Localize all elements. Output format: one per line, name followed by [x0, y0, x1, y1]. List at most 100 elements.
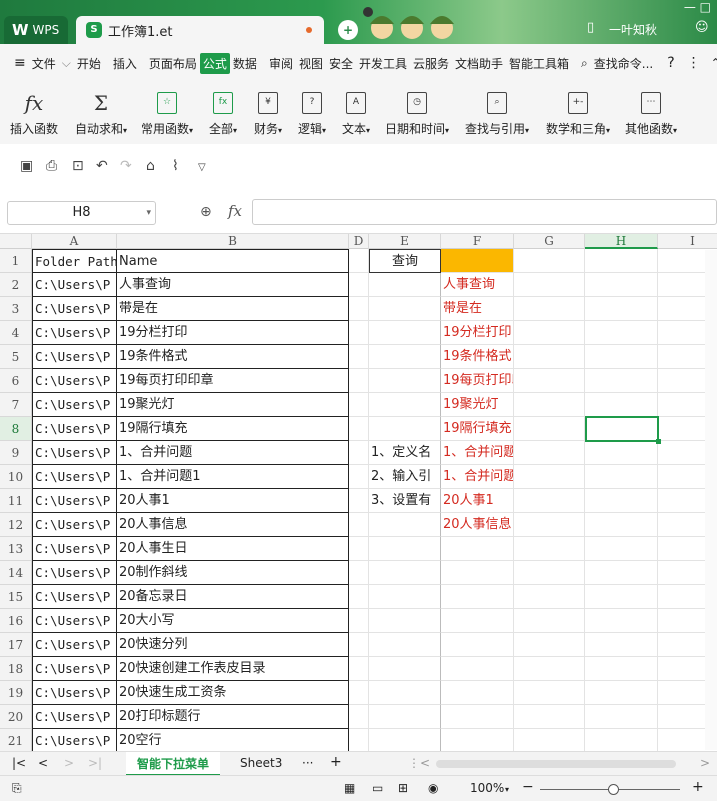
- cell-g[interactable]: [514, 657, 585, 681]
- other-functions-button[interactable]: ⋯ 其他函数▾: [618, 82, 684, 144]
- hamburger-icon[interactable]: ≡: [0, 55, 29, 71]
- cell-f[interactable]: [441, 609, 514, 633]
- cell-h[interactable]: [585, 705, 658, 729]
- column-header-h[interactable]: H: [585, 234, 658, 249]
- cell-b[interactable]: 20快速分列: [117, 633, 349, 657]
- menu-item-insert[interactable]: 插入: [110, 55, 140, 72]
- cell-a[interactable]: C:\Users\P: [32, 489, 117, 513]
- cell-a[interactable]: C:\Users\P: [32, 393, 117, 417]
- cell-f[interactable]: 19聚光灯: [441, 393, 514, 417]
- cell-f[interactable]: [441, 705, 514, 729]
- avatar[interactable]: ☺: [695, 20, 709, 35]
- page-layout-view-icon[interactable]: ▭: [372, 781, 383, 795]
- zoom-in-button[interactable]: +: [692, 779, 704, 795]
- normal-view-icon[interactable]: ▦: [344, 781, 355, 795]
- undo-icon[interactable]: ↶: [96, 158, 108, 174]
- row-header[interactable]: 3: [0, 297, 32, 321]
- cell-f[interactable]: 人事查询: [441, 273, 514, 297]
- cell-a[interactable]: C:\Users\P: [32, 417, 117, 441]
- page-break-view-icon[interactable]: ⊞: [398, 781, 408, 795]
- cell-h[interactable]: [585, 465, 658, 489]
- cell-e[interactable]: [369, 657, 441, 681]
- autosum-button[interactable]: Σ 自动求和▾: [68, 82, 134, 144]
- zoom-formula-icon[interactable]: ⊕: [200, 204, 212, 220]
- column-header-a[interactable]: A: [32, 234, 117, 249]
- vertical-scrollbar[interactable]: [705, 250, 717, 750]
- cell-a[interactable]: C:\Users\P: [32, 609, 117, 633]
- menu-item-home[interactable]: 开始: [74, 55, 104, 72]
- cell-d[interactable]: [349, 369, 369, 393]
- column-header-i[interactable]: I: [658, 234, 717, 249]
- cell-e[interactable]: [369, 585, 441, 609]
- row-header[interactable]: 12: [0, 513, 32, 537]
- row-header[interactable]: 20: [0, 705, 32, 729]
- row-header[interactable]: 1: [0, 249, 32, 273]
- cell-e[interactable]: [369, 609, 441, 633]
- cell-h[interactable]: [585, 657, 658, 681]
- cell-a[interactable]: C:\Users\P: [32, 537, 117, 561]
- cell-e[interactable]: [369, 369, 441, 393]
- cell-f[interactable]: [441, 561, 514, 585]
- row-header[interactable]: 8: [0, 417, 32, 441]
- cell-e[interactable]: 3、设置有: [369, 489, 441, 513]
- cell-f[interactable]: 1、合并问题: [441, 441, 514, 465]
- cell-h[interactable]: [585, 489, 658, 513]
- cell-h[interactable]: [585, 249, 658, 273]
- menu-item-page-layout[interactable]: 页面布局: [146, 55, 200, 72]
- cell-g[interactable]: [514, 417, 585, 441]
- prev-sheet-icon[interactable]: <: [38, 756, 48, 770]
- file-menu[interactable]: 文件: [29, 55, 59, 72]
- clear-format-icon[interactable]: ⌇: [172, 158, 179, 174]
- row-header[interactable]: 19: [0, 681, 32, 705]
- cell-d[interactable]: [349, 489, 369, 513]
- search-icon[interactable]: ⌕: [578, 56, 591, 71]
- cell-a[interactable]: C:\Users\P: [32, 345, 117, 369]
- command-search[interactable]: 查找命令...: [591, 55, 656, 72]
- cell-d[interactable]: [349, 705, 369, 729]
- row-header[interactable]: 16: [0, 609, 32, 633]
- cell-a[interactable]: C:\Users\P: [32, 681, 117, 705]
- scroll-left-icon[interactable]: <: [420, 756, 430, 770]
- cell-b[interactable]: 20空行: [117, 729, 349, 751]
- zoom-level[interactable]: 100%: [470, 781, 504, 795]
- cell-h[interactable]: [585, 537, 658, 561]
- cell-g[interactable]: [514, 297, 585, 321]
- cell-d[interactable]: [349, 561, 369, 585]
- cell-b[interactable]: 19隔行填充: [117, 417, 349, 441]
- row-header[interactable]: 4: [0, 321, 32, 345]
- lookup-reference-button[interactable]: ⌕ 查找与引用▾: [456, 82, 538, 144]
- text-button[interactable]: A 文本▾: [334, 82, 378, 144]
- cell-a[interactable]: C:\Users\P: [32, 465, 117, 489]
- cell-d[interactable]: [349, 513, 369, 537]
- cell-b[interactable]: 19聚光灯: [117, 393, 349, 417]
- cell-b[interactable]: 19条件格式: [117, 345, 349, 369]
- column-header-d[interactable]: D: [349, 234, 369, 249]
- logic-button[interactable]: ? 逻辑▾: [290, 82, 334, 144]
- scroll-right-icon[interactable]: >: [700, 756, 710, 770]
- redo-icon[interactable]: ↷: [120, 158, 132, 174]
- cell-a[interactable]: C:\Users\P: [32, 321, 117, 345]
- first-sheet-icon[interactable]: |<: [12, 756, 26, 770]
- cell-a[interactable]: C:\Users\P: [32, 633, 117, 657]
- row-header[interactable]: 17: [0, 633, 32, 657]
- cell-a[interactable]: C:\Users\P: [32, 561, 117, 585]
- cell-e[interactable]: [369, 729, 441, 751]
- minimize-icon[interactable]: —: [684, 0, 696, 14]
- cell-d[interactable]: [349, 297, 369, 321]
- cell-e[interactable]: 查询: [369, 249, 441, 273]
- print-preview-icon[interactable]: ⊡: [72, 158, 84, 174]
- cell-d[interactable]: [349, 609, 369, 633]
- column-header-g[interactable]: G: [514, 234, 585, 249]
- chevron-down-icon[interactable]: ⌵: [59, 56, 74, 71]
- cell-b[interactable]: 20制作斜线: [117, 561, 349, 585]
- cell-f[interactable]: 19每页打印印章: [441, 369, 514, 393]
- cell-g[interactable]: [514, 249, 585, 273]
- cell-e[interactable]: [369, 537, 441, 561]
- cell-a[interactable]: C:\Users\P: [32, 441, 117, 465]
- cell-e[interactable]: [369, 297, 441, 321]
- row-header[interactable]: 13: [0, 537, 32, 561]
- cell-g[interactable]: [514, 321, 585, 345]
- cell-e[interactable]: [369, 321, 441, 345]
- math-trig-button[interactable]: +- 数学和三角▾: [538, 82, 618, 144]
- cell-h[interactable]: [585, 513, 658, 537]
